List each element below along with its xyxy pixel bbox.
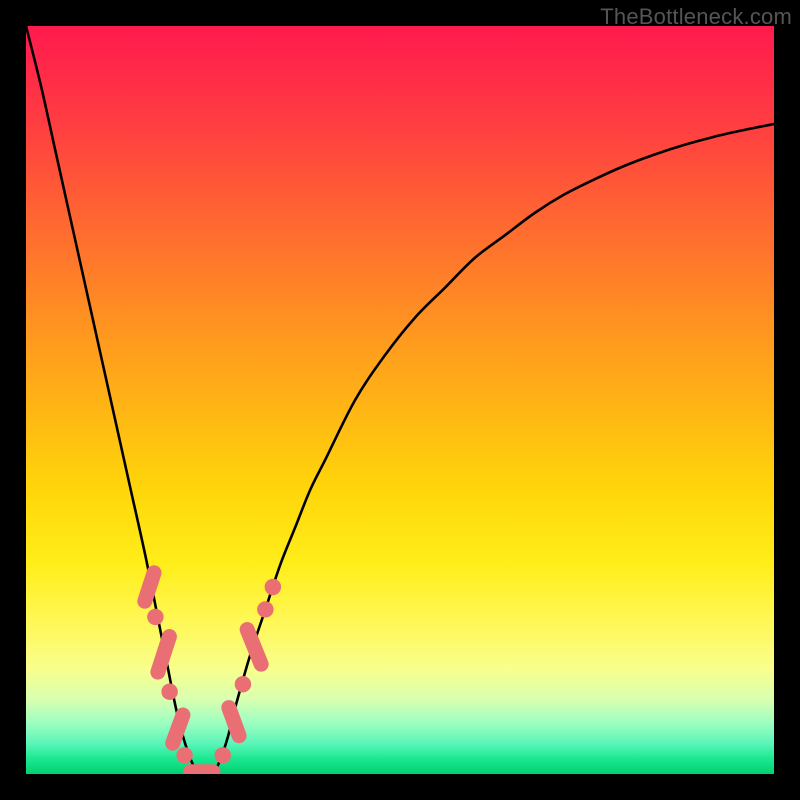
curve-layer [26, 26, 774, 774]
marker-capsule [135, 563, 163, 610]
plot-area [26, 26, 774, 774]
marker-dot [176, 747, 192, 763]
chart-frame [26, 26, 774, 774]
marker-capsule [219, 698, 248, 745]
watermark-text: TheBottleneck.com [600, 4, 792, 30]
marker-capsule [183, 764, 220, 774]
marker-dot [161, 683, 177, 699]
marker-dot [214, 747, 230, 763]
marker-dot [265, 579, 281, 595]
marker-dot [147, 609, 163, 625]
marker-dot [235, 676, 251, 692]
marker-dot [257, 601, 273, 617]
marker-capsule [148, 627, 178, 681]
marker-capsule [163, 705, 192, 752]
marker-capsule [237, 620, 271, 674]
bottleneck-curve [26, 26, 774, 774]
